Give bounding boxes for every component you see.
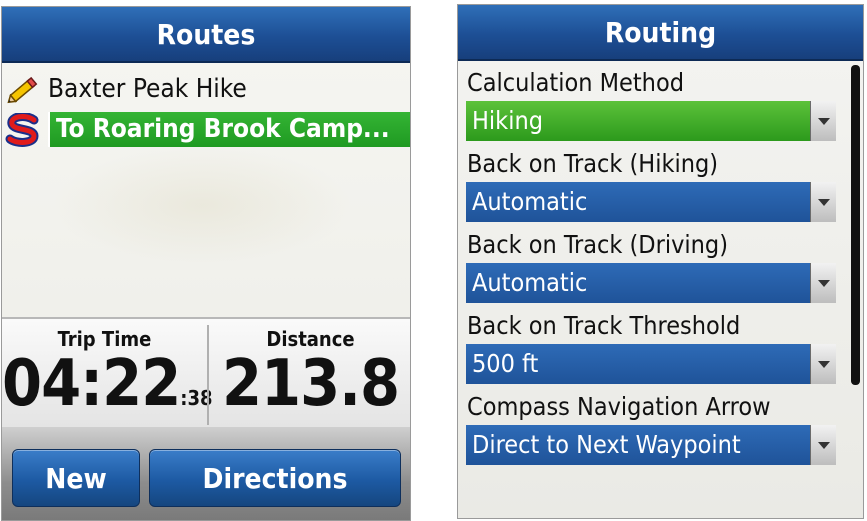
map-watermark: [52, 145, 352, 265]
back-on-track-driving-dropdown[interactable]: Automatic: [466, 263, 836, 303]
distance-main: 213.8: [221, 347, 400, 421]
setting-label: Back on Track (Hiking): [467, 149, 719, 178]
routes-title: Routes: [2, 7, 410, 63]
chevron-down-icon[interactable]: [810, 182, 836, 222]
dropdown-value: Automatic: [472, 268, 588, 297]
route-item-label: Baxter Peak Hike: [48, 74, 247, 104]
setting-back-on-track-threshold: Back on Track Threshold 500 ft: [466, 308, 844, 389]
route-item-label: To Roaring Brook Camp...: [48, 112, 410, 147]
chevron-down-icon[interactable]: [810, 344, 836, 384]
new-button[interactable]: New: [12, 449, 140, 507]
setting-back-on-track-driving: Back on Track (Driving) Automatic: [466, 227, 844, 308]
dropdown-value: 500 ft: [472, 349, 539, 378]
route-item-roaring-brook-camp[interactable]: To Roaring Brook Camp...: [2, 109, 410, 149]
dropdown-value: Automatic: [472, 187, 588, 216]
trip-time-value: 04:22:38: [2, 351, 213, 431]
route-item-baxter-peak-hike[interactable]: Baxter Peak Hike: [2, 69, 410, 109]
distance-field: Distance 213.8 mi: [209, 319, 410, 476]
back-on-track-threshold-dropdown[interactable]: 500 ft: [466, 344, 836, 384]
calculation-method-dropdown[interactable]: Hiking: [466, 101, 836, 141]
setting-label: Compass Navigation Arrow: [467, 392, 771, 421]
route-list: Baxter Peak Hike To Roaring Brook Camp..…: [2, 65, 410, 315]
routes-screen: Routes Baxter Peak Hike To Roaring Brook…: [1, 6, 411, 521]
routing-title: Routing: [458, 5, 863, 61]
setting-compass-navigation-arrow: Compass Navigation Arrow Direct to Next …: [466, 389, 844, 470]
back-on-track-hiking-dropdown[interactable]: Automatic: [466, 182, 836, 222]
setting-label: Calculation Method: [467, 68, 684, 97]
chevron-down-icon[interactable]: [810, 263, 836, 303]
pencil-icon: [4, 73, 42, 107]
trip-time-field: Trip Time 04:22:38: [2, 319, 213, 431]
setting-calculation-method: Calculation Method Hiking: [466, 65, 844, 146]
scrollbar[interactable]: [851, 65, 860, 385]
setting-back-on-track-hiking: Back on Track (Hiking) Automatic: [466, 146, 844, 227]
button-bar: New Directions: [2, 427, 410, 520]
routing-settings-list: Calculation Method Hiking Back on Track …: [466, 65, 844, 470]
directions-button[interactable]: Directions: [149, 449, 401, 507]
chevron-down-icon[interactable]: [810, 101, 836, 141]
trip-stats: Trip Time 04:22:38 Distance 213.8 mi: [2, 317, 410, 476]
compass-navigation-arrow-dropdown[interactable]: Direct to Next Waypoint: [466, 425, 836, 465]
dropdown-value: Hiking: [472, 106, 543, 135]
routing-screen: Routing Calculation Method Hiking Back o…: [457, 4, 864, 519]
route-s-icon: [4, 112, 42, 147]
trip-time-main: 04:22: [2, 347, 181, 421]
chevron-down-icon[interactable]: [810, 425, 836, 465]
setting-label: Back on Track (Driving): [467, 230, 728, 259]
setting-label: Back on Track Threshold: [467, 311, 741, 340]
dropdown-value: Direct to Next Waypoint: [472, 430, 741, 459]
